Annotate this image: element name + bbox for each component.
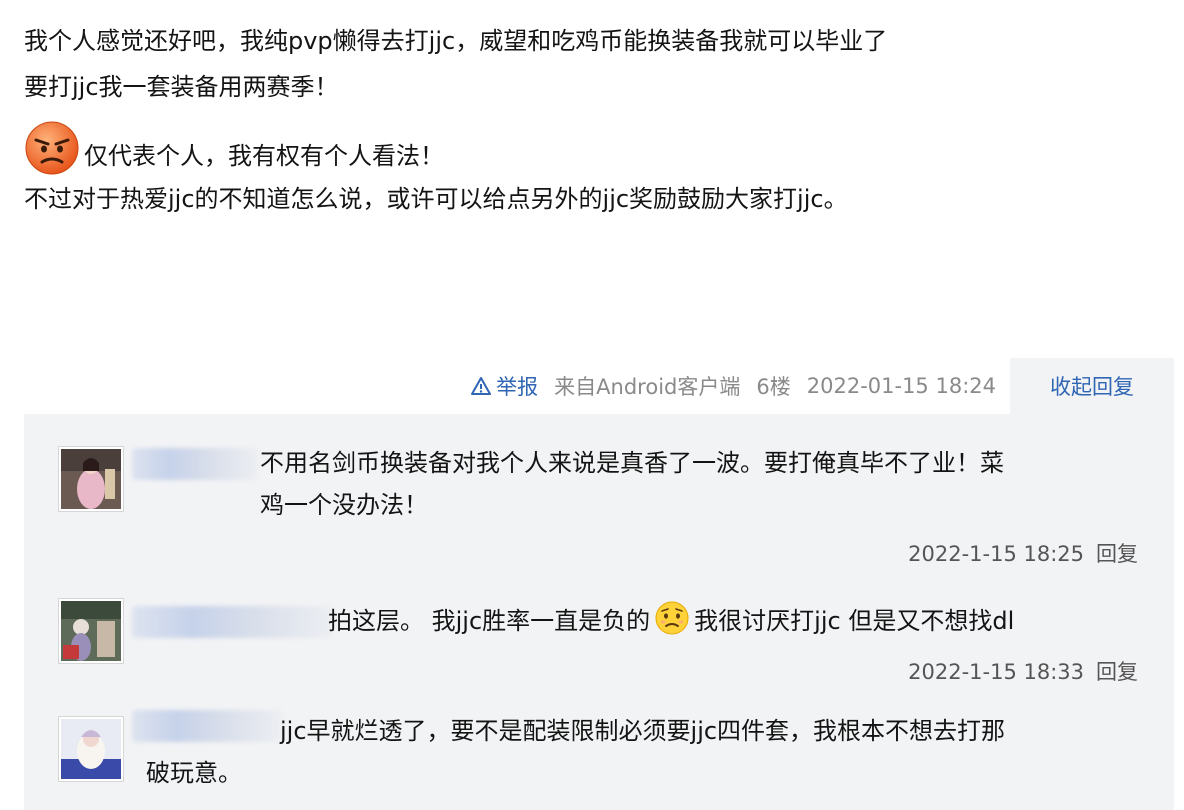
blurred-username[interactable]	[132, 710, 282, 742]
post-line-2: 要打jjc我一套装备用两赛季！	[24, 73, 339, 101]
post-meta-bar: 举报 来自Android客户端 6楼 2022-01-15 18:24	[0, 358, 1010, 414]
avatar[interactable]	[58, 446, 124, 512]
reply-text-line-2: 鸡一个没办法！	[260, 491, 428, 519]
avatar[interactable]	[58, 716, 124, 782]
reply-meta: 2022-1-15 18:33 回复	[908, 656, 1138, 686]
floor-number: 6楼	[756, 375, 791, 399]
avatar-image	[61, 449, 121, 509]
warning-icon	[471, 377, 492, 395]
reply-button[interactable]: 回复	[1096, 660, 1138, 684]
report-label: 举报	[496, 375, 539, 399]
reply-text-part-1: 拍这层。 我jjc胜率一直是负的	[328, 607, 651, 635]
reply-text-line-1: jjc早就烂透了，要不是配装限制必须要jjc四件套，我根本不想去打那	[280, 717, 1006, 745]
reply-text-line-2: 破玩意。	[146, 759, 242, 787]
reply-text-part-2: 我很讨厌打jjc 但是又不想找dl	[694, 607, 1015, 635]
avatar-image	[61, 601, 121, 661]
reply-time: 2022-1-15 18:25	[908, 542, 1084, 566]
reply-item: 不用名剑币换装备对我个人来说是真香了一波。要打俺真毕不了业！菜 鸡一个没办法！ …	[58, 442, 1138, 592]
post-content: 我个人感觉还好吧，我纯pvp懒得去打jjc，威望和吃鸡币能换装备我就可以毕业了 …	[24, 18, 1164, 222]
reply-area: 不用名剑币换装备对我个人来说是真香了一波。要打俺真毕不了业！菜 鸡一个没办法！ …	[24, 414, 1174, 810]
post-line-3: 仅代表个人，我有权有个人看法！	[84, 142, 444, 170]
post-line-3-row: 仅代表个人，我有权有个人看法！	[24, 110, 1164, 176]
angry-face-icon	[24, 120, 80, 176]
reply-text: 不用名剑币换装备对我个人来说是真香了一波。要打俺真毕不了业！菜 鸡一个没办法！	[260, 442, 1140, 526]
blurred-username[interactable]	[132, 606, 332, 638]
blurred-username[interactable]	[132, 448, 258, 480]
reply-time: 2022-1-15 18:33	[908, 660, 1084, 684]
post-line-1: 我个人感觉还好吧，我纯pvp懒得去打jjc，威望和吃鸡币能换装备我就可以毕业了	[24, 27, 888, 55]
reply-meta: 2022-1-15 18:25 回复	[908, 538, 1138, 568]
collapse-box: 收起回复	[1010, 358, 1174, 414]
report-link[interactable]: 举报	[470, 371, 538, 401]
collapse-replies-link[interactable]: 收起回复	[1050, 371, 1134, 401]
reply-item: jjc早就烂透了，要不是配装限制必须要jjc四件套，我根本不想去打那 破玩意。	[58, 710, 1138, 810]
post-source: 来自Android客户端	[554, 375, 741, 399]
reply-text-line-1: 不用名剑币换装备对我个人来说是真香了一波。要打俺真毕不了业！菜	[260, 449, 1004, 477]
reply-item: 拍这层。 我jjc胜率一直是负的 我很讨厌打jjc 但是又不想找dl 2022-…	[58, 596, 1138, 696]
reply-button[interactable]: 回复	[1096, 542, 1138, 566]
worried-face-icon	[654, 600, 690, 636]
avatar[interactable]	[58, 598, 124, 664]
reply-text: 拍这层。 我jjc胜率一直是负的 我很讨厌打jjc 但是又不想找dl	[328, 600, 1014, 642]
post-line-4: 不过对于热爱jjc的不知道怎么说，或许可以给点另外的jjc奖励鼓励大家打jjc。	[24, 185, 848, 213]
avatar-image	[61, 719, 121, 779]
reply-text: jjc早就烂透了，要不是配装限制必须要jjc四件套，我根本不想去打那 破玩意。	[146, 710, 1140, 794]
post-datetime: 2022-01-15 18:24	[806, 374, 996, 398]
